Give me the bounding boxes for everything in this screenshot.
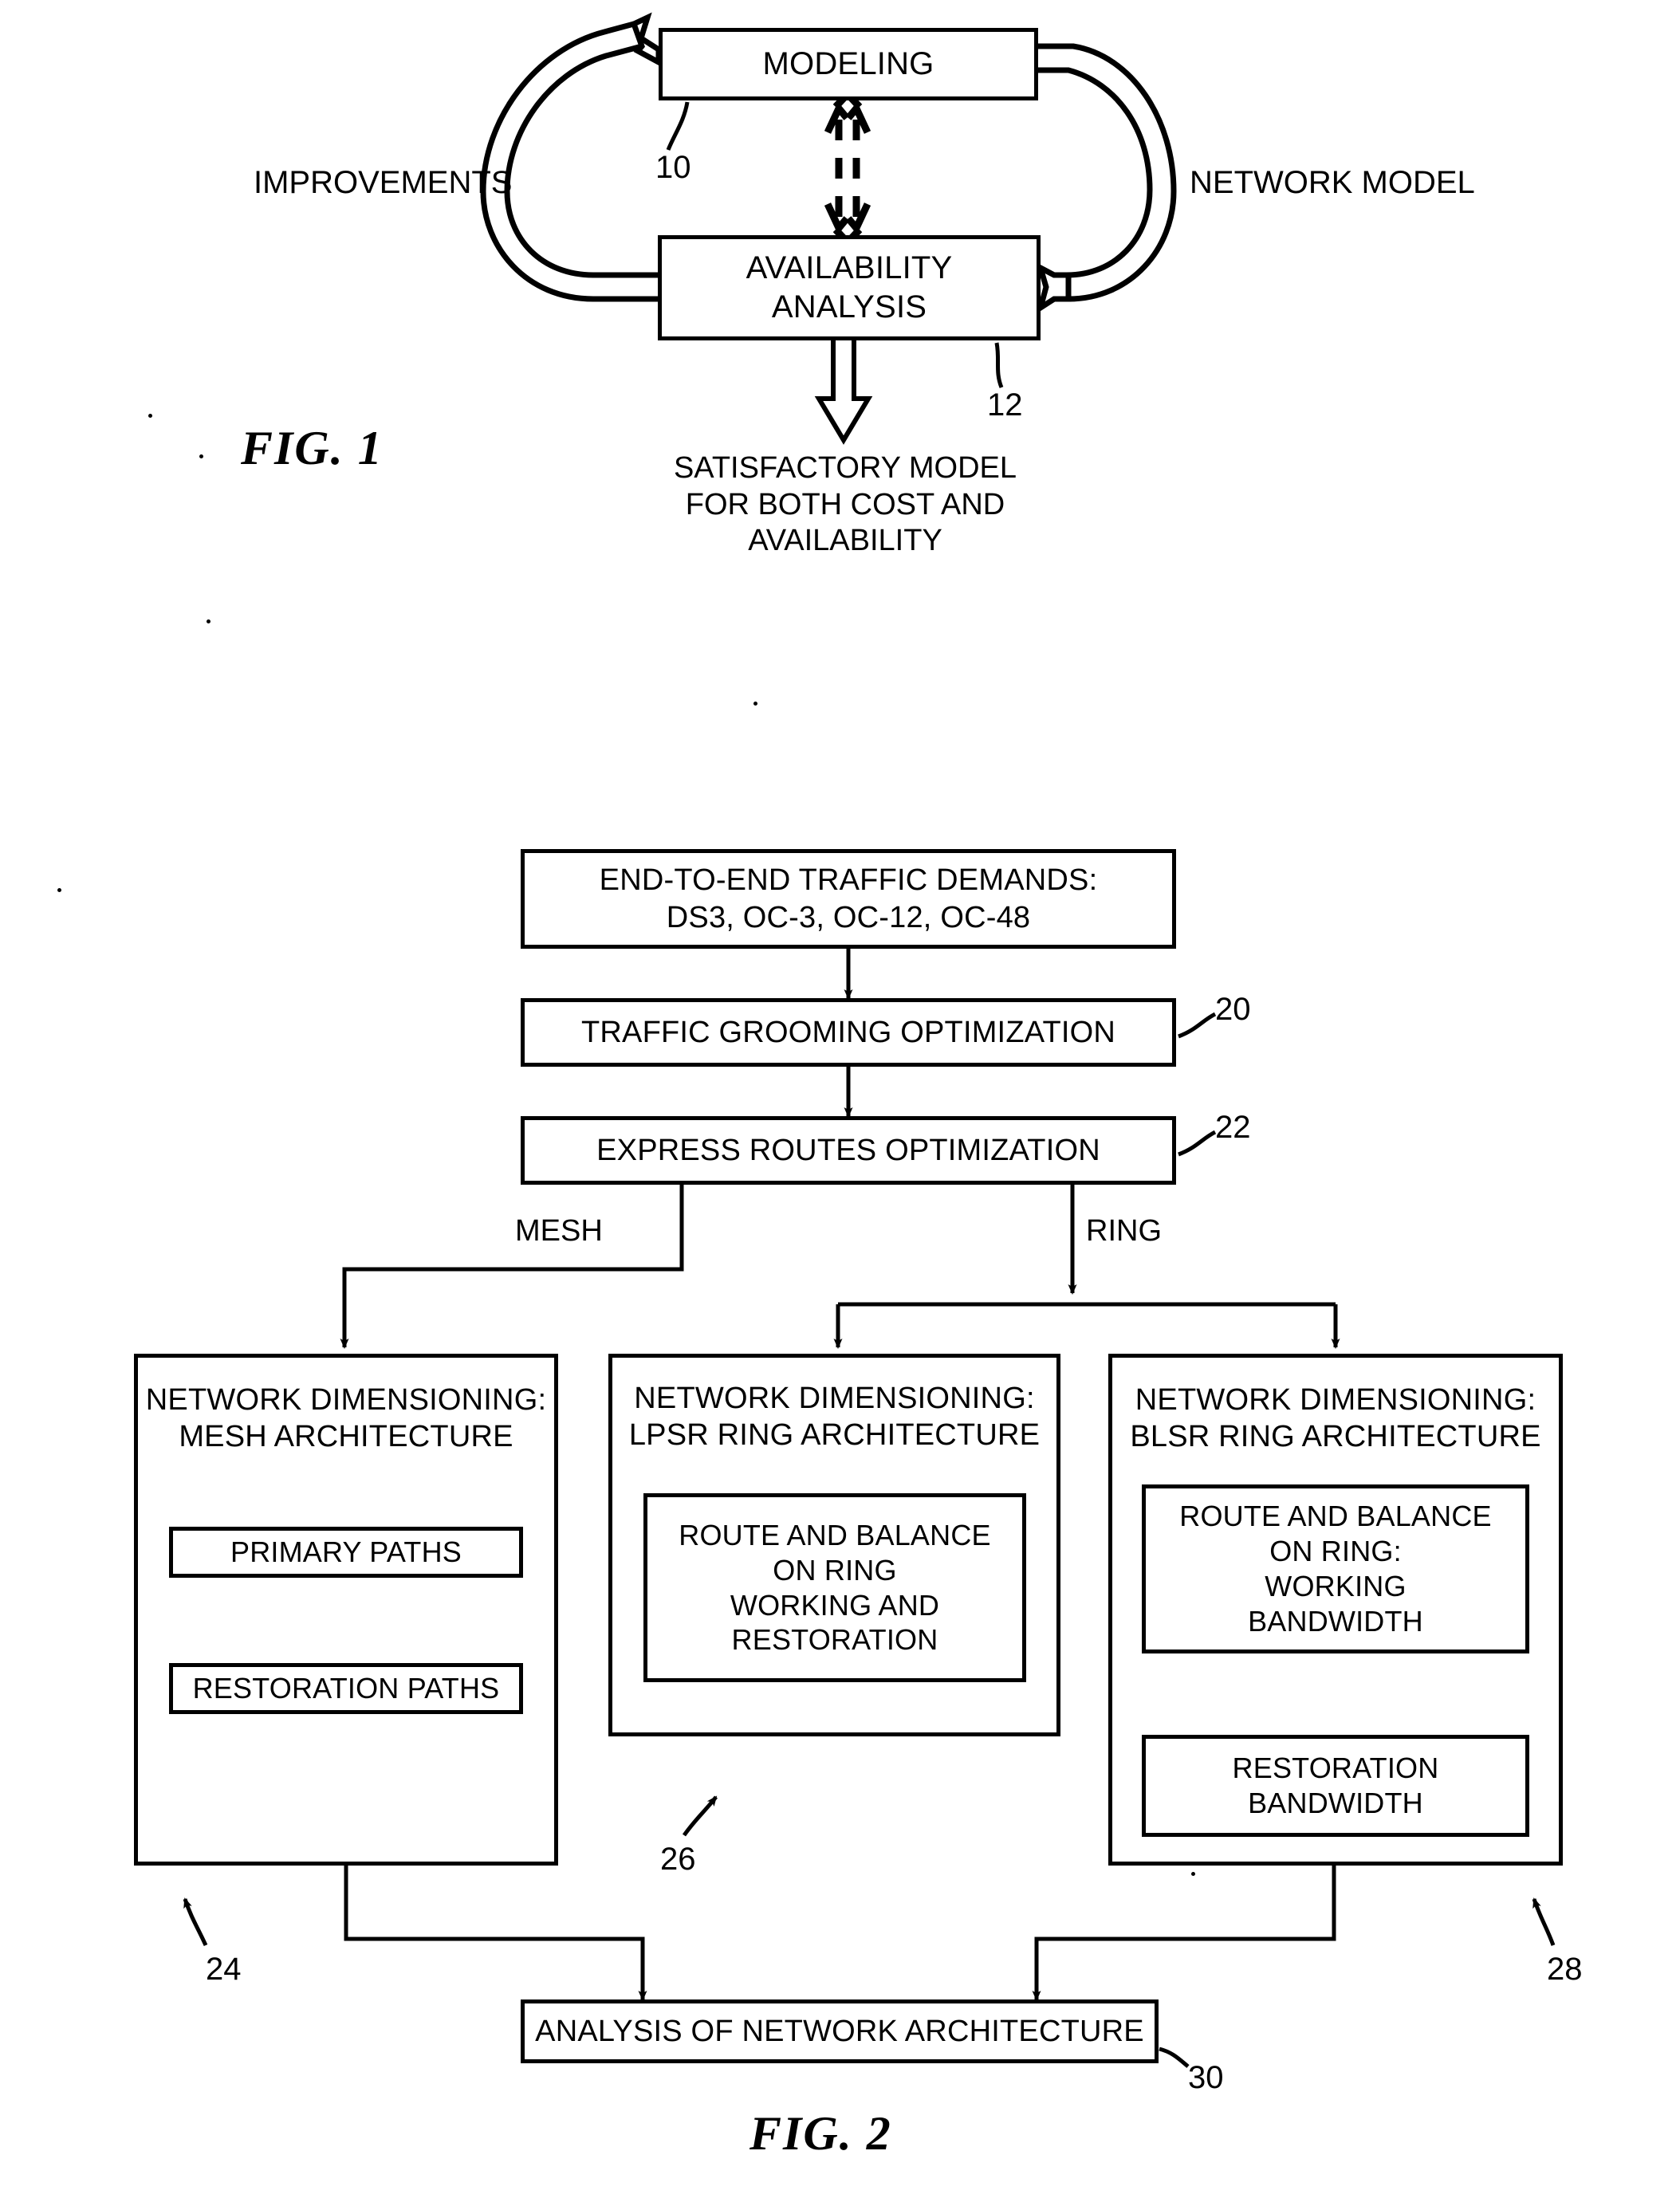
mesh-primary-paths-box[interactable]: PRIMARY PATHS bbox=[169, 1527, 523, 1578]
scan-speck bbox=[207, 619, 210, 623]
improvements-feedback-arrow bbox=[480, 12, 662, 302]
modeling-box-label: MODELING bbox=[762, 46, 934, 82]
express-routes-box[interactable]: EXPRESS ROUTES OPTIMIZATION bbox=[521, 1116, 1176, 1185]
ref-number-28: 28 bbox=[1547, 1952, 1583, 1987]
scan-speck bbox=[753, 702, 757, 706]
mesh-dimensioning-box[interactable]: NETWORK DIMENSIONING: MESH ARCHITECTURE bbox=[134, 1354, 558, 1866]
leader-line-30 bbox=[1159, 2047, 1190, 2068]
analysis-of-network-architecture-box[interactable]: ANALYSIS OF NETWORK ARCHITECTURE bbox=[521, 1999, 1159, 2063]
mesh-restoration-paths-label: RESTORATION PATHS bbox=[192, 1672, 500, 1705]
leader-line-20 bbox=[1178, 1012, 1217, 1039]
ref-number-10: 10 bbox=[655, 150, 691, 185]
mesh-restoration-paths-box[interactable]: RESTORATION PATHS bbox=[169, 1663, 523, 1714]
traffic-grooming-box-label: TRAFFIC GROOMING OPTIMIZATION bbox=[580, 1015, 1116, 1049]
satisfactory-model-output-arrow bbox=[814, 340, 873, 445]
network-model-label: NETWORK MODEL bbox=[1190, 165, 1475, 200]
leader-line-12 bbox=[994, 342, 1004, 388]
traffic-grooming-box[interactable]: TRAFFIC GROOMING OPTIMIZATION bbox=[521, 998, 1176, 1067]
scan-speck bbox=[199, 454, 203, 458]
mesh-primary-paths-label: PRIMARY PATHS bbox=[230, 1535, 462, 1569]
ref-number-30: 30 bbox=[1188, 2060, 1224, 2095]
leader-line-28 bbox=[1532, 1897, 1556, 1946]
blsr-restoration-bandwidth-box[interactable]: RESTORATION BANDWIDTH bbox=[1142, 1735, 1529, 1837]
traffic-demands-box[interactable]: END-TO-END TRAFFIC DEMANDS: DS3, OC-3, O… bbox=[521, 849, 1176, 949]
leader-line-10 bbox=[666, 101, 690, 151]
ref-number-22: 22 bbox=[1215, 1110, 1251, 1145]
ref-number-20: 20 bbox=[1215, 992, 1251, 1027]
leader-line-22 bbox=[1178, 1130, 1217, 1157]
connector-mesh-to-analysis bbox=[344, 1866, 647, 2001]
figure-2-label: FIG. 2 bbox=[750, 2107, 892, 2160]
blsr-route-balance-label: ROUTE AND BALANCE ON RING: WORKING BANDW… bbox=[1179, 1500, 1492, 1638]
availability-analysis-box[interactable]: AVAILABILITY ANALYSIS bbox=[658, 235, 1041, 340]
scan-speck bbox=[57, 888, 61, 892]
connector-express-to-mesh bbox=[340, 1185, 684, 1349]
traffic-demands-box-label: END-TO-END TRAFFIC DEMANDS: DS3, OC-3, O… bbox=[599, 863, 1098, 934]
analysis-of-network-architecture-label: ANALYSIS OF NETWORK ARCHITECTURE bbox=[535, 2014, 1144, 2048]
blsr-dimensioning-box-label: NETWORK DIMENSIONING: BLSR RING ARCHITEC… bbox=[1130, 1383, 1541, 1454]
lpsr-route-balance-label: ROUTE AND BALANCE ON RING WORKING AND RE… bbox=[679, 1518, 991, 1657]
availability-analysis-box-label: AVAILABILITY ANALYSIS bbox=[746, 250, 953, 324]
lpsr-route-balance-box[interactable]: ROUTE AND BALANCE ON RING WORKING AND RE… bbox=[643, 1493, 1026, 1682]
blsr-route-balance-box[interactable]: ROUTE AND BALANCE ON RING: WORKING BANDW… bbox=[1142, 1484, 1529, 1653]
figure-1-label: FIG. 1 bbox=[241, 422, 384, 474]
patent-drawing-sheet: MODELING AVAILABILITY ANALYSIS IMPROVEME… bbox=[0, 0, 1680, 2198]
ref-number-26: 26 bbox=[660, 1842, 696, 1877]
bidirectional-dashed-arrow bbox=[824, 88, 871, 248]
branch-label-mesh: MESH bbox=[515, 1214, 603, 1248]
modeling-box[interactable]: MODELING bbox=[659, 28, 1038, 100]
mesh-dimensioning-box-label: NETWORK DIMENSIONING: MESH ARCHITECTURE bbox=[145, 1383, 547, 1454]
improvements-label: IMPROVEMENTS bbox=[254, 165, 513, 200]
scan-speck bbox=[1191, 1872, 1195, 1876]
scan-speck bbox=[148, 414, 152, 418]
leader-line-24 bbox=[183, 1897, 208, 1947]
ref-number-12: 12 bbox=[987, 387, 1023, 423]
satisfactory-model-output-text: SATISFACTORY MODEL FOR BOTH COST AND AVA… bbox=[673, 451, 1017, 558]
leader-line-26 bbox=[682, 1795, 718, 1837]
blsr-restoration-bandwidth-label: RESTORATION BANDWIDTH bbox=[1232, 1752, 1439, 1819]
ref-number-24: 24 bbox=[206, 1952, 242, 1987]
branch-label-ring: RING bbox=[1086, 1214, 1162, 1248]
network-model-arrow bbox=[1036, 43, 1177, 314]
express-routes-box-label: EXPRESS ROUTES OPTIMIZATION bbox=[596, 1133, 1100, 1167]
connector-blsr-to-analysis bbox=[1032, 1866, 1336, 2001]
lpsr-dimensioning-box-label: NETWORK DIMENSIONING: LPSR RING ARCHITEC… bbox=[628, 1382, 1041, 1453]
